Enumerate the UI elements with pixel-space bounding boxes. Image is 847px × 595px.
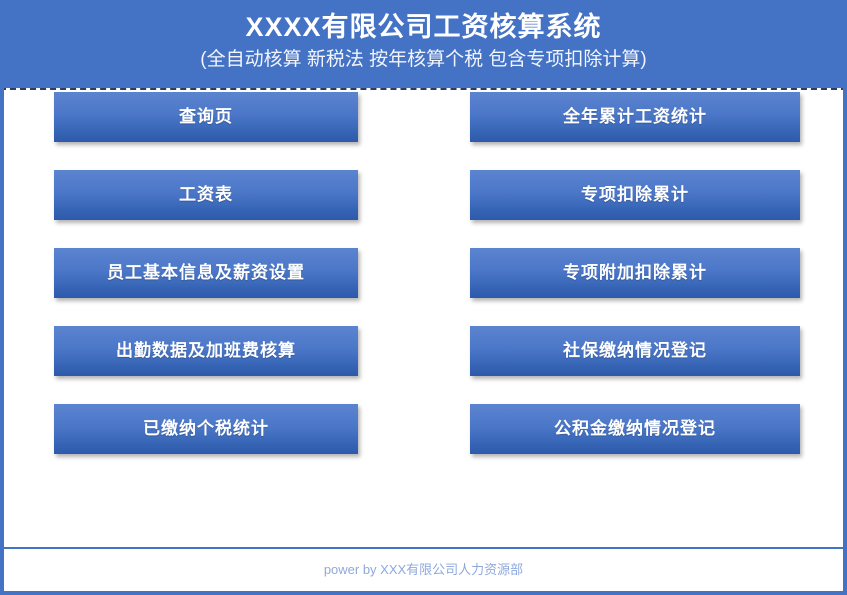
- menu-column-right: 全年累计工资统计 专项扣除累计 专项附加扣除累计 社保缴纳情况登记 公积金缴纳情…: [470, 92, 800, 454]
- footer-credit: power by XXX有限公司人力资源部: [323, 562, 524, 577]
- frame-border-bottom: [0, 591, 847, 595]
- header-dashed-divider: [0, 88, 847, 90]
- menu-button-social-insurance-registration[interactable]: 社保缴纳情况登记: [470, 326, 800, 376]
- menu-column-left: 查询页 工资表 员工基本信息及薪资设置 出勤数据及加班费核算 已缴纳个税统计: [54, 92, 358, 454]
- page-title: XXXX有限公司工资核算系统: [245, 12, 602, 42]
- menu-button-housing-fund-registration[interactable]: 公积金缴纳情况登记: [470, 404, 800, 454]
- menu-button-annual-cumulative-salary[interactable]: 全年累计工资统计: [470, 92, 800, 142]
- menu-button-query-page[interactable]: 查询页: [54, 92, 358, 142]
- menu-button-payroll-table[interactable]: 工资表: [54, 170, 358, 220]
- payroll-system-home: XXXX有限公司工资核算系统 (全自动核算 新税法 按年核算个税 包含专项扣除计…: [0, 0, 847, 595]
- menu-button-special-deduction-cumulative[interactable]: 专项扣除累计: [470, 170, 800, 220]
- menu-button-employee-info-salary-setup[interactable]: 员工基本信息及薪资设置: [54, 248, 358, 298]
- menu-button-additional-special-deduction-cumulative[interactable]: 专项附加扣除累计: [470, 248, 800, 298]
- menu-button-attendance-overtime[interactable]: 出勤数据及加班费核算: [54, 326, 358, 376]
- menu-button-paid-tax-statistics[interactable]: 已缴纳个税统计: [54, 404, 358, 454]
- main-menu: 查询页 工资表 员工基本信息及薪资设置 出勤数据及加班费核算 已缴纳个税统计 全…: [0, 92, 847, 544]
- app-header: XXXX有限公司工资核算系统 (全自动核算 新税法 按年核算个税 包含专项扣除计…: [0, 0, 847, 88]
- page-subtitle: (全自动核算 新税法 按年核算个税 包含专项扣除计算): [200, 49, 647, 71]
